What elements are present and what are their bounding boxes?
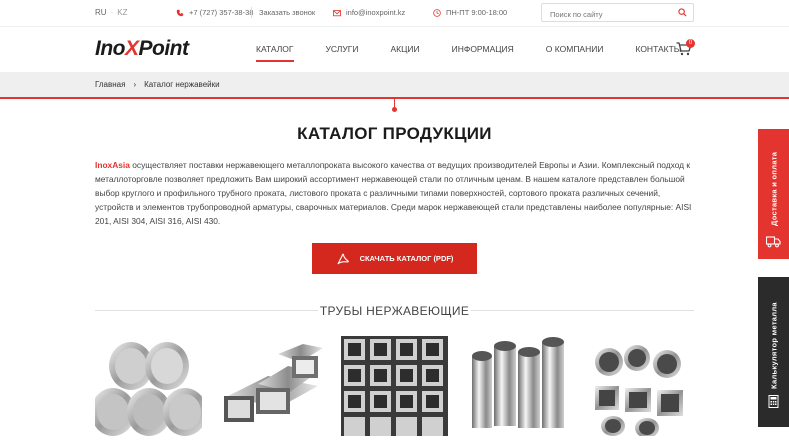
nav-promotions[interactable]: АКЦИИ [390, 44, 419, 54]
polished-pipes-image [464, 336, 571, 436]
nav-information[interactable]: ИНФОРМАЦИЯ [452, 44, 514, 54]
product-square-tubes[interactable] [341, 336, 448, 436]
phone-link[interactable]: +7 (727) 357-38-38 [176, 8, 253, 17]
pdf-icon [337, 253, 349, 264]
page-title: КАТАЛОГ ПРОДУКЦИИ [297, 124, 492, 143]
language-switcher: RU · KZ [95, 8, 128, 17]
envelope-icon [333, 9, 341, 16]
phone-number: +7 (727) 357-38-38 [189, 8, 254, 17]
lang-kz[interactable]: KZ [117, 8, 127, 17]
product-rectangular-tubes[interactable] [218, 336, 325, 436]
intro-body: осуществляет поставки нержавеющего метал… [95, 160, 692, 226]
phone-icon [176, 9, 184, 16]
working-hours: ПН-ПТ 9:00-18:00 [433, 8, 507, 17]
nav-catalog[interactable]: КАТАЛОГ [256, 44, 294, 62]
lang-ru[interactable]: RU [95, 8, 107, 17]
truck-icon [766, 236, 781, 248]
decor-dot [392, 107, 397, 112]
callback-link[interactable]: Заказать звонок [259, 8, 315, 17]
search-box [541, 3, 694, 23]
delivery-payment-tab[interactable]: Доставка и оплата [758, 129, 789, 259]
cart-count-badge: 0 [686, 39, 695, 48]
section-title: ТРУБЫ НЕРЖАВЕЮЩИЕ [319, 304, 470, 318]
email-link[interactable]: info@inoxpoint.kz [333, 8, 405, 17]
top-bar: RU · KZ +7 (727) 357-38-38 Заказать звонок… [0, 0, 789, 26]
main-header: InoXPoint КАТАЛОГ УСЛУГИ АКЦИИ ИНФОРМАЦИ… [0, 26, 789, 72]
download-catalog-button[interactable]: СКАЧАТЬ КАТАЛОГ (PDF) [312, 243, 477, 274]
square-tubes-image [341, 336, 448, 436]
clock-icon [433, 8, 441, 17]
divider [251, 7, 252, 18]
download-label: СКАЧАТЬ КАТАЛОГ (PDF) [359, 254, 454, 263]
breadcrumb-separator: › [133, 80, 137, 89]
calculator-label: Калькулятор металла [769, 302, 778, 389]
breadcrumb-current: Каталог нержавейки [144, 80, 220, 89]
main-nav: КАТАЛОГ УСЛУГИ АКЦИИ ИНФОРМАЦИЯ О КОМПАН… [256, 44, 713, 62]
section-divider-left [95, 310, 318, 311]
intro-text: InoxAsia осуществляет поставки нержавеющ… [95, 158, 694, 228]
mixed-tubes-image [587, 336, 694, 436]
product-mixed-tubes[interactable] [587, 336, 694, 436]
site-logo[interactable]: InoXPoint [95, 37, 189, 61]
product-polished-pipes[interactable] [464, 336, 571, 436]
breadcrumb-home[interactable]: Главная [95, 80, 125, 89]
callback-label: Заказать звонок [259, 8, 316, 17]
nav-about[interactable]: О КОМПАНИИ [546, 44, 604, 54]
calculator-icon [768, 395, 779, 408]
section-divider-right [471, 310, 694, 311]
search-input[interactable] [542, 6, 672, 23]
rectangular-tubes-image [218, 336, 325, 436]
product-round-pipes[interactable] [95, 336, 202, 436]
brand-name: InoxAsia [95, 160, 130, 170]
nav-services[interactable]: УСЛУГИ [326, 44, 359, 54]
metal-calculator-tab[interactable]: Калькулятор металла [758, 277, 789, 427]
email-address: info@inoxpoint.kz [346, 8, 406, 17]
product-grid [95, 336, 695, 436]
hours-text: ПН-ПТ 9:00-18:00 [446, 8, 508, 17]
round-pipes-image [95, 336, 202, 436]
breadcrumb: Главная › Каталог нержавейки [0, 72, 789, 99]
delivery-label: Доставка и оплата [769, 151, 778, 226]
nav-contacts[interactable]: КОНТАКТЫ [635, 44, 681, 54]
search-icon[interactable] [678, 8, 687, 17]
